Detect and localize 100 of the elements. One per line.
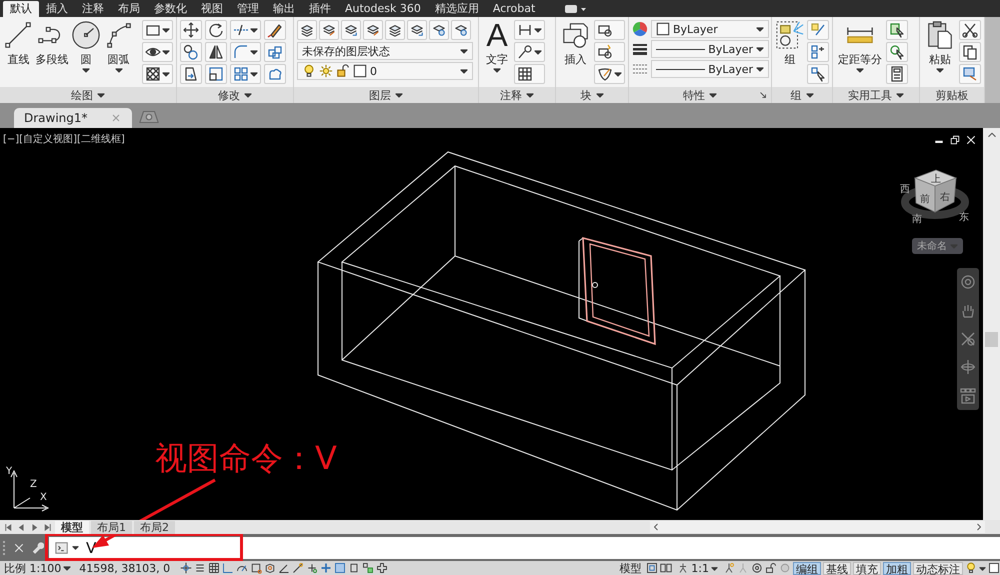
ribbon-tab[interactable]: Acrobat [486, 1, 542, 17]
panel-menu-button[interactable]: 修改 [177, 87, 293, 103]
crosshair-icon[interactable] [180, 562, 192, 574]
tracking-icon[interactable] [292, 562, 304, 574]
ribbon-tab[interactable]: 注释 [75, 1, 111, 17]
ribbon-tab[interactable]: 视图 [194, 1, 230, 17]
tool-button[interactable] [385, 20, 405, 40]
tool-button[interactable] [959, 64, 981, 84]
book-icon[interactable] [660, 562, 672, 574]
tool-button[interactable] [514, 20, 545, 40]
plus-icon[interactable] [320, 562, 332, 574]
tool-button[interactable] [429, 20, 449, 40]
layout-tab[interactable]: 模型 [55, 520, 89, 534]
ribbon-tab[interactable]: 输出 [266, 1, 302, 17]
panel-menu-button[interactable]: 块 [556, 87, 628, 103]
toggle-button[interactable]: 加粗 [883, 562, 911, 574]
square-icon[interactable] [348, 562, 360, 574]
vertical-scrollbar[interactable] [983, 128, 1000, 520]
scale-dropdown[interactable]: 比例 1:100 [4, 560, 72, 575]
toggle-button[interactable]: 填充 [853, 562, 881, 574]
tool-button[interactable] [230, 20, 261, 40]
tool-button[interactable]: 直线 [3, 20, 34, 66]
tool-button[interactable] [230, 64, 261, 84]
panel-menu-button[interactable]: 实用工具 [833, 87, 919, 103]
viewcube-icon[interactable] [914, 170, 958, 213]
square-icon[interactable] [988, 562, 1000, 574]
linetype-dropdown[interactable]: ByLayer [651, 60, 769, 78]
tool-button[interactable]: A 文字 [482, 20, 512, 74]
panel-menu-button[interactable]: 注释 [479, 87, 555, 103]
cross-outline-icon[interactable] [376, 562, 388, 574]
tool-button[interactable] [514, 64, 545, 84]
ribbon-tab[interactable]: 默认 [3, 1, 39, 17]
bulb-icon[interactable] [965, 562, 977, 574]
tool-button[interactable] [959, 42, 981, 62]
tool-button[interactable]: 粘贴 [923, 20, 957, 74]
wrench-icon[interactable] [31, 541, 44, 554]
tool-button[interactable]: 多段线 [36, 20, 69, 66]
tool-button[interactable] [142, 42, 173, 62]
tool-button[interactable] [886, 20, 908, 40]
showmotion-icon[interactable] [960, 388, 976, 404]
tool-button[interactable] [142, 20, 173, 40]
lineweight-dropdown[interactable]: ByLayer [651, 40, 769, 58]
tool-button[interactable] [407, 20, 427, 40]
tool-button[interactable] [594, 64, 625, 84]
tool-button[interactable] [297, 20, 317, 40]
tool-button[interactable] [594, 20, 625, 40]
tool-button[interactable]: 插入 [559, 20, 592, 66]
corner-icon[interactable] [222, 562, 234, 574]
tool-button[interactable]: 圆 [70, 20, 102, 74]
panel-menu-button[interactable]: 剪贴板 [920, 87, 984, 103]
tool-button[interactable] [205, 20, 227, 40]
tool-button[interactable]: 组 [775, 20, 805, 66]
document-tab[interactable]: Drawing1* [14, 108, 132, 128]
grid-icon[interactable] [208, 562, 220, 574]
tool-button[interactable] [205, 42, 227, 62]
panel-menu-button[interactable]: 图层 [294, 87, 478, 103]
visibility-icon[interactable] [723, 562, 735, 574]
ribbon-tab[interactable]: 管理 [230, 1, 266, 17]
tool-button[interactable] [264, 20, 286, 40]
tool-button[interactable] [180, 64, 202, 84]
toggle-button[interactable]: 编组 [793, 562, 821, 574]
viewport-controls-label[interactable]: [−][自定义视图][二维线框] [3, 132, 125, 146]
tool-button[interactable]: 圆弧 [103, 20, 134, 74]
layout-tab[interactable]: 布局2 [134, 520, 175, 534]
tool-button[interactable] [264, 42, 286, 62]
lines-icon[interactable] [194, 562, 206, 574]
tool-button[interactable] [594, 42, 625, 62]
angle-icon[interactable] [278, 562, 290, 574]
tool-button[interactable] [230, 42, 261, 62]
color-dropdown[interactable]: ByLayer [651, 20, 769, 38]
tool-button[interactable] [341, 20, 361, 40]
tool-button[interactable] [959, 20, 981, 40]
panel-menu-button[interactable]: 特性 [629, 87, 771, 103]
ribbon-tab[interactable]: 布局 [111, 1, 147, 17]
tool-button[interactable] [319, 20, 339, 40]
tool-button[interactable] [264, 64, 286, 84]
square-snap-icon[interactable] [250, 562, 262, 574]
ucs-dropdown[interactable]: 未命名 [912, 238, 963, 254]
close-icon[interactable] [965, 134, 977, 146]
tool-button[interactable] [205, 64, 227, 84]
tool-button[interactable] [451, 20, 471, 40]
ribbon-tab[interactable]: 精选应用 [428, 1, 486, 17]
ribbon-tab[interactable]: 参数化 [147, 1, 194, 17]
layout-view-icon[interactable] [646, 562, 658, 574]
tool-button[interactable] [514, 42, 545, 62]
command-input[interactable]: V [49, 536, 1000, 558]
tool-button[interactable] [142, 64, 173, 84]
hand-icon[interactable] [960, 302, 976, 319]
orbit-icon[interactable] [960, 359, 976, 376]
horizontal-scrollbar[interactable] [650, 521, 985, 533]
model-button[interactable]: 模型 [616, 560, 644, 575]
tool-button[interactable] [180, 42, 202, 62]
layout-tab[interactable]: 布局1 [91, 520, 132, 534]
restore-icon[interactable] [949, 134, 961, 146]
tool-button[interactable]: 定距等分 [836, 20, 884, 74]
layer-dropdown[interactable]: 0 [297, 62, 473, 80]
panel-menu-button[interactable]: 绘图 [0, 87, 176, 103]
ucs-tracking-icon[interactable] [306, 562, 318, 574]
layer-state-dropdown[interactable]: 未保存的图层状态 [297, 42, 473, 60]
skip-right-icon[interactable] [42, 522, 53, 532]
